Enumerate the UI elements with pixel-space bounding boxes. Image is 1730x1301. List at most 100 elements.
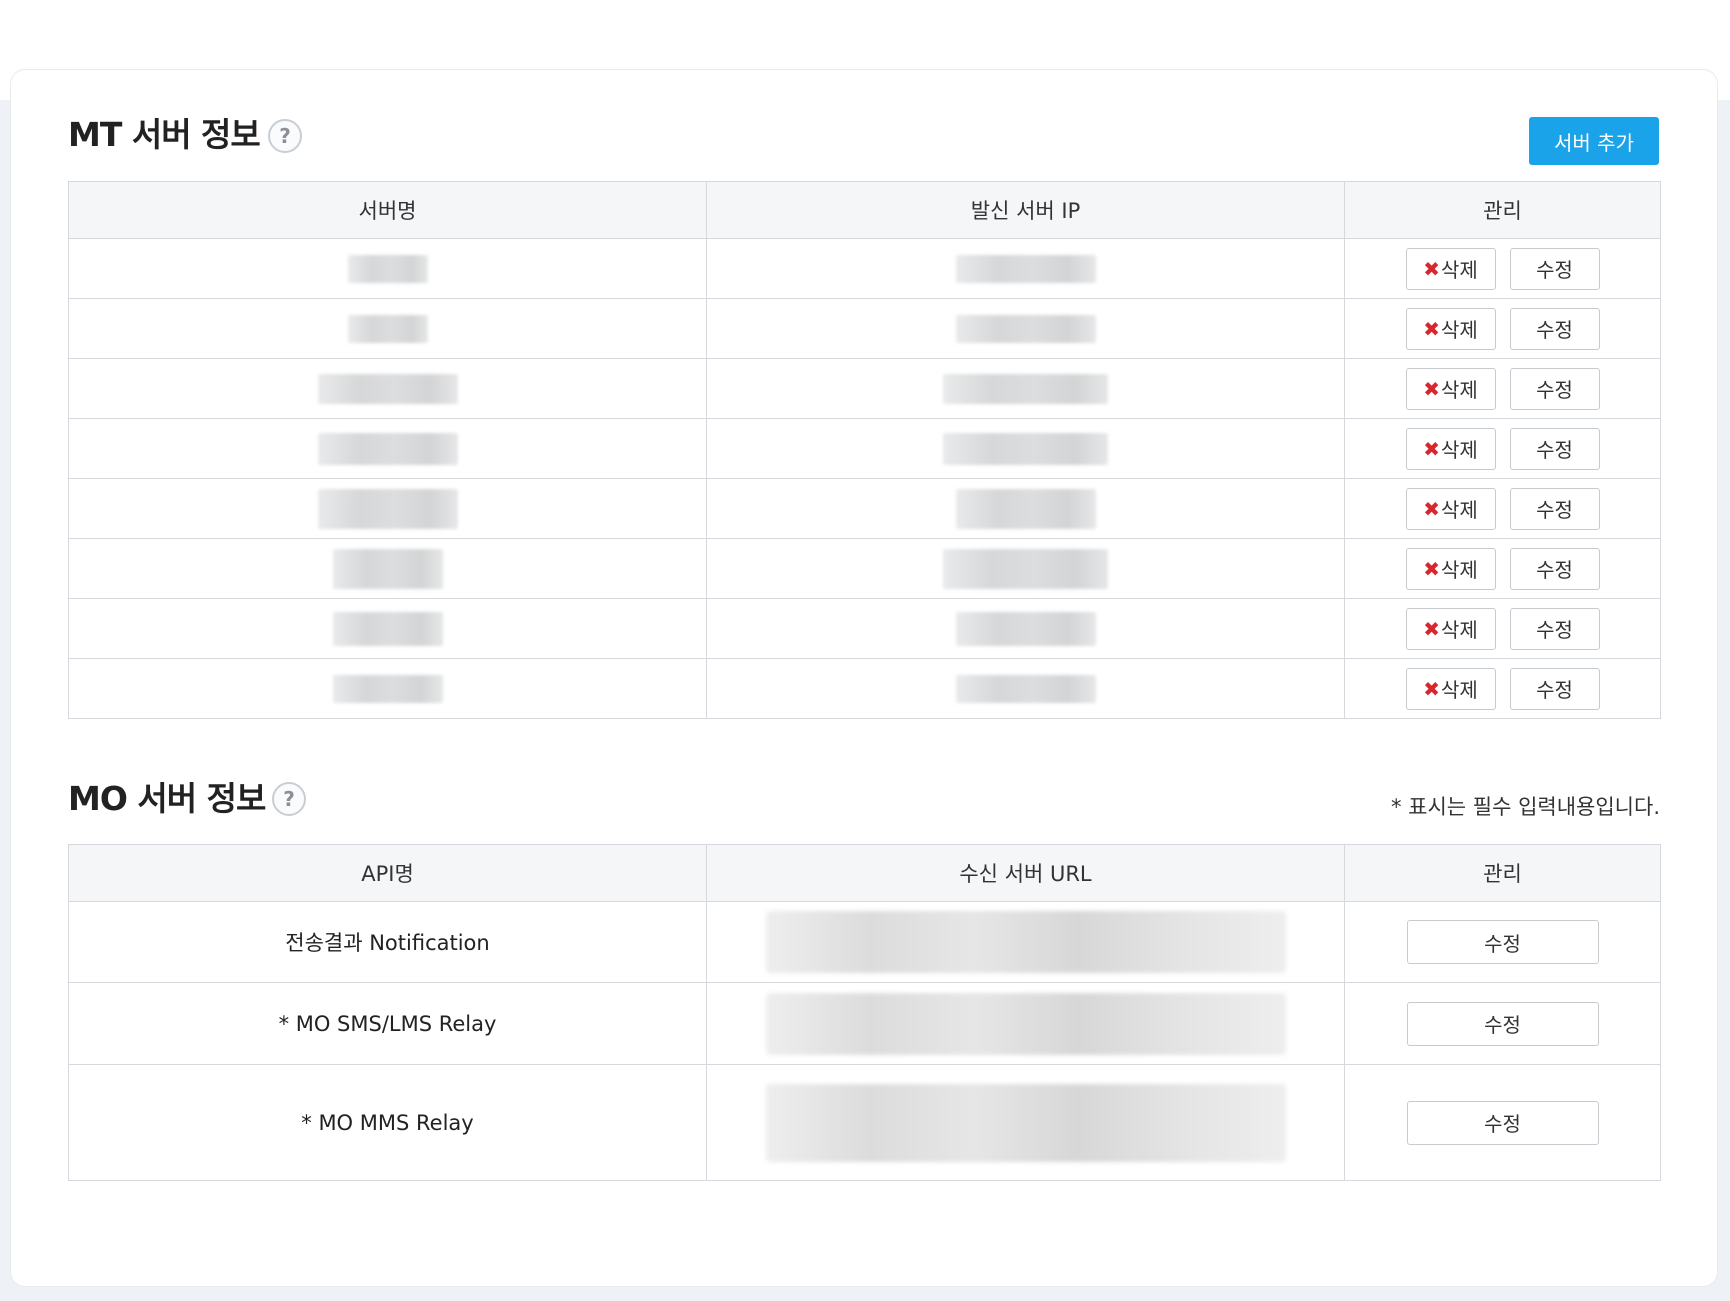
server-name-cell (68, 538, 707, 599)
redacted-server-name (332, 548, 443, 589)
delete-button[interactable]: ✖ 삭제 (1405, 367, 1496, 410)
table-row: ✖ 삭제 수정 (68, 598, 1661, 659)
column-header-server-name: 서버명 (68, 181, 707, 239)
redacted-ip (943, 548, 1108, 589)
redacted-ip (943, 432, 1108, 465)
delete-button[interactable]: ✖ 삭제 (1405, 667, 1496, 710)
server-name-cell (68, 478, 707, 539)
edit-button[interactable]: 수정 (1406, 1001, 1599, 1046)
column-header-receive-url: 수신 서버 URL (706, 844, 1345, 902)
table-row: ✖ 삭제 수정 (68, 658, 1661, 719)
delete-button[interactable]: ✖ 삭제 (1405, 247, 1496, 290)
table-row: ✖ 삭제 수정 (68, 418, 1661, 479)
manage-cell: ✖ 삭제 수정 (1344, 418, 1661, 479)
x-mark-icon: ✖ (1423, 556, 1440, 581)
add-server-button[interactable]: 서버 추가 (1529, 117, 1659, 165)
column-header-sender-ip: 발신 서버 IP (706, 181, 1345, 239)
delete-button[interactable]: ✖ 삭제 (1405, 487, 1496, 530)
table-row: * MO SMS/LMS Relay 수정 (68, 982, 1661, 1065)
server-name-cell (68, 658, 707, 719)
edit-button[interactable]: 수정 (1509, 367, 1600, 410)
delete-button[interactable]: ✖ 삭제 (1405, 427, 1496, 470)
redacted-ip (955, 488, 1096, 529)
manage-cell: ✖ 삭제 수정 (1344, 658, 1661, 719)
delete-button[interactable]: ✖ 삭제 (1405, 607, 1496, 650)
redacted-url (765, 911, 1286, 973)
x-mark-icon: ✖ (1423, 376, 1440, 401)
server-name-cell (68, 418, 707, 479)
api-name-cell: * MO MMS Relay (68, 1064, 707, 1181)
table-header-row: 서버명 발신 서버 IP 관리 (68, 181, 1661, 239)
delete-label: 삭제 (1440, 318, 1478, 342)
delete-label: 삭제 (1440, 258, 1478, 282)
server-name-cell (68, 238, 707, 299)
x-mark-icon: ✖ (1423, 436, 1440, 461)
table-row: ✖ 삭제 수정 (68, 298, 1661, 359)
redacted-server-name (317, 373, 458, 404)
redacted-server-name (317, 488, 458, 529)
manage-cell: ✖ 삭제 수정 (1344, 358, 1661, 419)
table-row: ✖ 삭제 수정 (68, 238, 1661, 299)
edit-button[interactable]: 수정 (1509, 247, 1600, 290)
edit-button[interactable]: 수정 (1509, 427, 1600, 470)
server-name-cell (68, 358, 707, 419)
edit-button[interactable]: 수정 (1509, 607, 1600, 650)
column-header-api-name: API명 (68, 844, 707, 902)
manage-cell: ✖ 삭제 수정 (1344, 598, 1661, 659)
redacted-ip (955, 254, 1096, 283)
redacted-url (765, 992, 1286, 1055)
required-note: * 표시는 필수 입력내용입니다. (1390, 795, 1660, 819)
mo-section-title: MO 서버 정보 (68, 779, 266, 818)
redacted-ip (955, 314, 1096, 343)
redacted-server-name (332, 674, 443, 703)
mt-section-title: MT 서버 정보 (68, 115, 261, 154)
manage-cell: 수정 (1344, 901, 1661, 983)
mo-help-icon[interactable]: ? (272, 782, 306, 816)
x-mark-icon: ✖ (1423, 496, 1440, 521)
edit-button[interactable]: 수정 (1406, 920, 1599, 964)
table-row: * MO MMS Relay 수정 (68, 1064, 1661, 1181)
x-mark-icon: ✖ (1423, 256, 1440, 281)
table-row: ✖ 삭제 수정 (68, 538, 1661, 599)
mt-help-icon[interactable]: ? (268, 119, 302, 153)
delete-button[interactable]: ✖ 삭제 (1405, 307, 1496, 350)
column-header-manage: 관리 (1344, 844, 1661, 902)
receive-url-cell (706, 901, 1345, 983)
server-name-cell (68, 598, 707, 659)
edit-button[interactable]: 수정 (1509, 547, 1600, 590)
column-header-manage: 관리 (1344, 181, 1661, 239)
mt-server-table: 서버명 발신 서버 IP 관리 ✖삭제수정 ✖삭제수정 ✖삭제수정 (68, 181, 1661, 719)
manage-cell: 수정 (1344, 982, 1661, 1065)
delete-label: 삭제 (1440, 498, 1478, 522)
redacted-url (765, 1083, 1286, 1162)
delete-label: 삭제 (1440, 438, 1478, 462)
receive-url-cell (706, 982, 1345, 1065)
sender-ip-cell (706, 298, 1345, 359)
sender-ip-cell (706, 418, 1345, 479)
redacted-server-name (332, 611, 443, 646)
edit-button[interactable]: 수정 (1406, 1100, 1599, 1145)
redacted-ip (955, 674, 1096, 703)
redacted-server-name (317, 432, 458, 465)
x-mark-icon: ✖ (1423, 616, 1440, 641)
table-row: ✖ 삭제 수정 (68, 478, 1661, 539)
redacted-ip (943, 373, 1108, 404)
table-header-row: API명 수신 서버 URL 관리 (68, 844, 1661, 902)
table-row: ✖ 삭제 수정 (68, 358, 1661, 419)
x-mark-icon: ✖ (1423, 676, 1440, 701)
manage-cell: 수정 (1344, 1064, 1661, 1181)
api-name-cell: 전송결과 Notification (68, 901, 707, 983)
delete-button[interactable]: ✖ 삭제 (1405, 547, 1496, 590)
sender-ip-cell (706, 358, 1345, 419)
mo-server-table: API명 수신 서버 URL 관리 전송결과 Notification 수정 *… (68, 844, 1661, 1181)
sender-ip-cell (706, 598, 1345, 659)
redacted-server-name (347, 254, 428, 283)
edit-button[interactable]: 수정 (1509, 487, 1600, 530)
manage-cell: ✖ 삭제 수정 (1344, 538, 1661, 599)
edit-button[interactable]: 수정 (1509, 307, 1600, 350)
sender-ip-cell (706, 238, 1345, 299)
delete-label: 삭제 (1440, 558, 1478, 582)
receive-url-cell (706, 1064, 1345, 1181)
api-name-cell: * MO SMS/LMS Relay (68, 982, 707, 1065)
edit-button[interactable]: 수정 (1509, 667, 1600, 710)
